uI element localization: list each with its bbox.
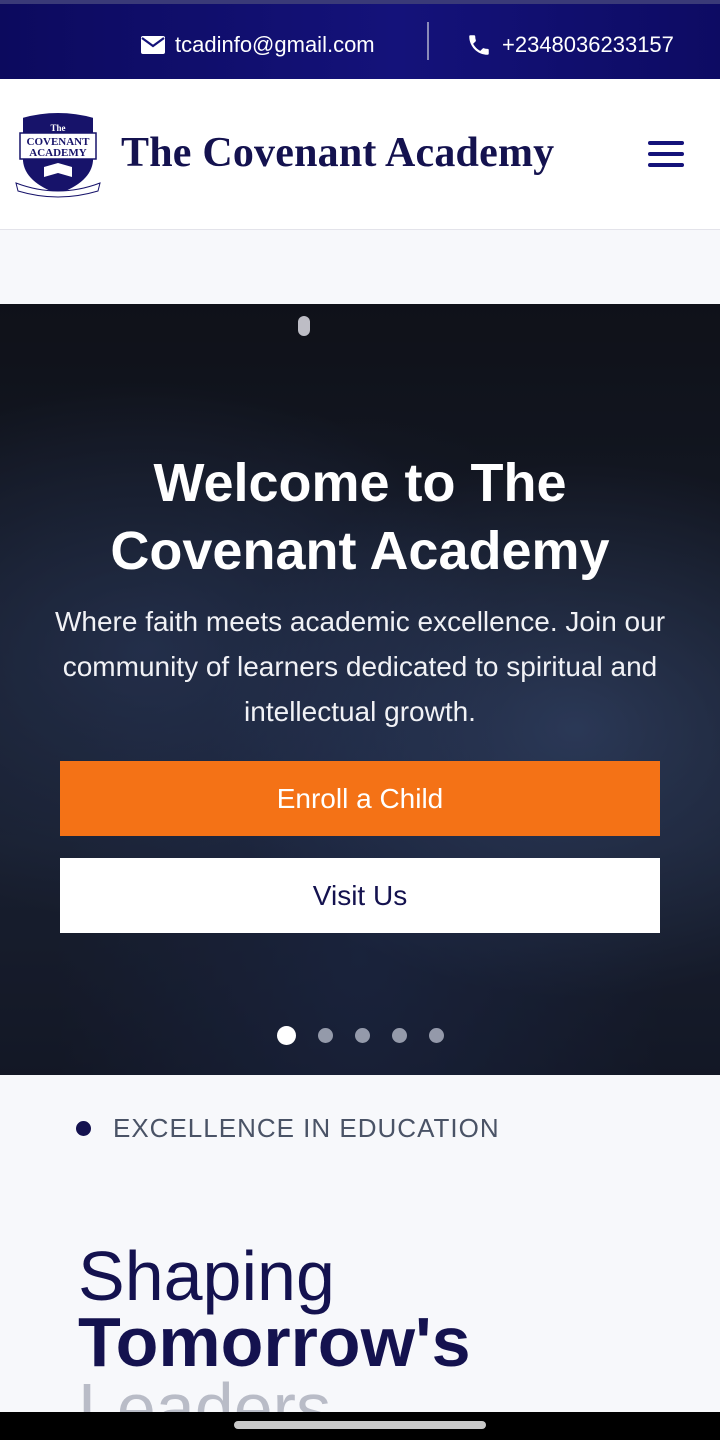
phone-icon <box>469 35 489 55</box>
eyebrow-text: EXCELLENCE IN EDUCATION <box>113 1113 500 1143</box>
slide-dot-5[interactable] <box>428 1028 444 1043</box>
phone-link[interactable]: +2348036233157 <box>466 30 674 60</box>
home-gesture-handle[interactable] <box>234 1421 486 1429</box>
slide-dot-1[interactable] <box>276 1026 296 1045</box>
headline-line-2: Tomorrow's <box>78 1303 471 1381</box>
slide-dot-4[interactable] <box>391 1028 407 1043</box>
intro-section: EXCELLENCE IN EDUCATION Shaping Tomorrow… <box>0 1075 720 1412</box>
hero-title: Welcome to The Covenant Academy <box>110 453 610 581</box>
hamburger-menu-icon[interactable] <box>648 139 684 169</box>
brand-name[interactable]: The Covenant Academy <box>121 129 554 177</box>
email-link[interactable]: tcadinfo@gmail.com <box>141 30 375 60</box>
school-crest-logo[interactable]: The COVENANT ACADEMY <box>14 109 102 199</box>
site-header: The COVENANT ACADEMY The Covenant Academ… <box>0 79 720 230</box>
contact-bar: tcadinfo@gmail.com +2348036233157 <box>0 0 720 79</box>
slide-indicators <box>0 1026 720 1045</box>
enroll-child-button[interactable]: Enroll a Child <box>60 761 660 836</box>
hero-slider: Welcome to The Covenant Academy Where fa… <box>0 304 720 1075</box>
envelope-icon <box>141 36 165 54</box>
system-nav-bar <box>0 1412 720 1440</box>
bullet-dot-icon <box>76 1121 91 1136</box>
section-headline: Shaping Tomorrow's Leaders <box>78 1237 471 1412</box>
stage-light <box>298 316 310 336</box>
svg-text:The: The <box>50 123 65 133</box>
email-text: tcadinfo@gmail.com <box>175 32 375 57</box>
phone-text: +2348036233157 <box>502 32 674 57</box>
slide-dot-3[interactable] <box>354 1028 370 1043</box>
svg-text:ACADEMY: ACADEMY <box>29 147 86 159</box>
hero-subtitle: Where faith meets academic excellence. J… <box>54 606 666 727</box>
visit-us-button[interactable]: Visit Us <box>60 858 660 933</box>
slide-dot-2[interactable] <box>317 1028 333 1043</box>
contact-divider <box>427 22 429 60</box>
headline-line-1: Shaping <box>78 1237 335 1315</box>
section-eyebrow: EXCELLENCE IN EDUCATION <box>76 1113 500 1144</box>
